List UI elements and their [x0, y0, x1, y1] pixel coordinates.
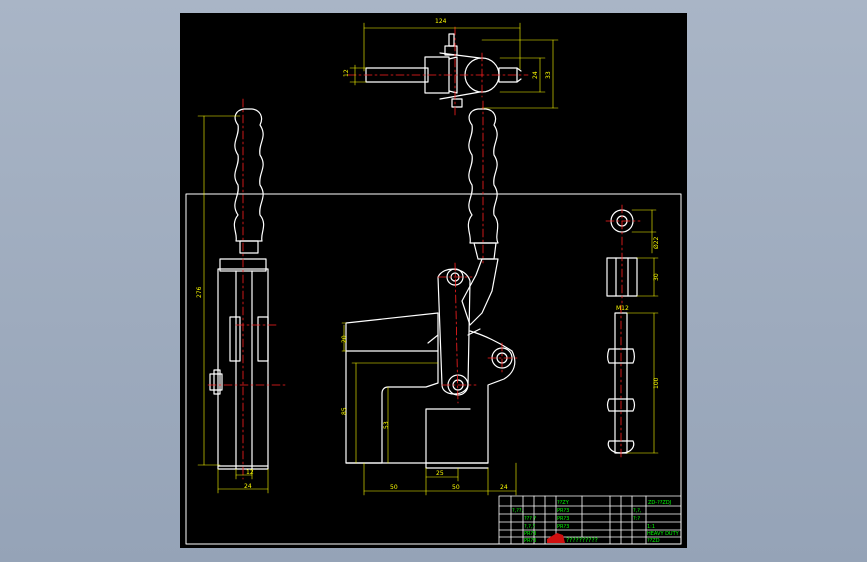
dim-bolt-length: 100 — [653, 377, 660, 389]
side-handle — [233, 108, 265, 242]
tb-cell-14: PR?3 — [524, 538, 536, 544]
detail-centerlines — [605, 204, 641, 460]
front-view-centerlines — [437, 100, 519, 404]
title-block: ??ZY ZD-??ZDJ ?,??, PR?3 ?,?, ??? ? PR?3… — [498, 495, 682, 545]
tb-cell-5: ?,?, — [633, 508, 642, 514]
dim-bolt-thread: M12 — [616, 305, 629, 312]
drawing-frame — [185, 193, 682, 545]
dim-bushing-length: 30 — [653, 273, 660, 281]
tb-cell-13: HEAVY DUTY — [647, 531, 680, 537]
side-view-dims — [197, 115, 269, 494]
dim-front-height: 85 — [341, 407, 348, 415]
cad-viewport[interactable]: 124 12 24 33 276 24 12 20 85 53 50 25 50… — [0, 0, 867, 562]
dim-top-overall: 124 — [435, 18, 447, 25]
tb-cell-3: ?,??, — [512, 508, 524, 514]
top-view-outline — [365, 33, 522, 108]
tb-cell-1: ??ZY — [557, 500, 570, 506]
dim-front-bottom-center: 25 — [436, 470, 444, 477]
dim-top-right-outer: 33 — [545, 71, 552, 79]
side-view: 276 24 12 — [196, 98, 287, 494]
front-base-left — [345, 312, 439, 464]
tb-cell-7: PR?3 — [557, 516, 569, 522]
dim-top-left: 12 — [343, 69, 350, 77]
detail-parts: Ø22 30 M12 100 — [605, 204, 660, 460]
tb-cell-2: ZD-??ZDJ — [648, 500, 671, 506]
dim-front-inner: 53 — [383, 421, 390, 429]
top-view-dim-labels: 124 12 24 33 — [343, 18, 552, 79]
side-view-outline — [209, 108, 269, 470]
dim-bushing-diameter: Ø22 — [653, 236, 660, 249]
tb-cell-15: ??ZD — [647, 538, 660, 544]
front-lever — [461, 258, 499, 326]
side-view-dim-labels: 276 24 12 — [196, 286, 254, 490]
dim-side-height: 276 — [196, 286, 203, 298]
tb-footer: ?????????? — [566, 537, 598, 544]
tb-cell-9: ?,?,? — [524, 524, 535, 530]
front-view: 20 85 53 50 25 50 24 — [341, 100, 519, 496]
tb-cell-6: ??? ? — [524, 516, 537, 522]
dim-side-width-outer: 24 — [244, 483, 252, 490]
toggle-clamp-drawing: 124 12 24 33 276 24 12 20 85 53 50 25 50… — [185, 18, 682, 545]
tb-cell-11: 1:1 — [647, 524, 655, 530]
front-view-outline — [345, 108, 516, 469]
dim-front-bottom-right: 24 — [500, 484, 508, 491]
logo-mark — [547, 533, 565, 543]
tb-cell-4: PR?3 — [557, 508, 569, 514]
side-view-centerlines — [207, 98, 287, 480]
tb-cell-8: ?:? — [633, 516, 640, 522]
top-view: 124 12 24 33 — [343, 18, 559, 116]
drawing-sheet: 124 12 24 33 276 24 12 20 85 53 50 25 50… — [180, 13, 687, 548]
dim-side-width-inner: 12 — [246, 469, 254, 476]
dim-front-bottom-mid: 50 — [452, 484, 460, 491]
dim-front-bottom-left: 50 — [390, 484, 398, 491]
dim-top-right-inner: 24 — [532, 71, 539, 79]
dim-front-upper: 20 — [341, 335, 348, 343]
tb-cell-12: PR?3 — [524, 531, 536, 537]
tb-cell-10: PR?3 — [557, 524, 569, 530]
